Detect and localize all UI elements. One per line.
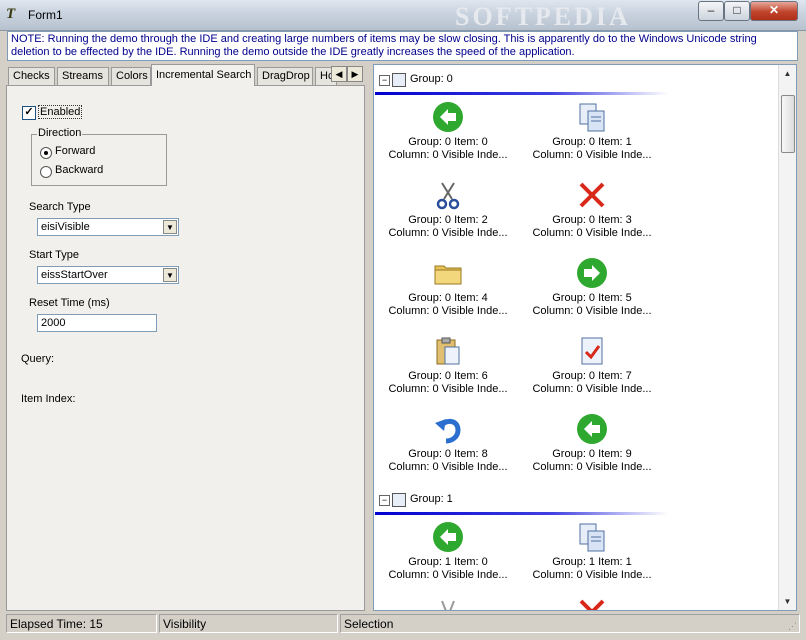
scissors-icon: [441, 600, 455, 610]
forward-radio[interactable]: [40, 147, 52, 159]
direction-label: Direction: [37, 127, 83, 139]
enabled-label[interactable]: Enabled: [38, 105, 83, 119]
list-item[interactable]: Group: 0 Item: 4 Column: 0 Visible Inde.…: [383, 257, 513, 327]
clipboard-icon: [436, 337, 460, 365]
vertical-scrollbar[interactable]: ▲ ▼: [778, 65, 796, 610]
collapse-icon[interactable]: −: [379, 75, 390, 86]
status-visibility: Visibility: [159, 614, 338, 633]
backward-radio[interactable]: [40, 166, 52, 178]
copy-icon: [579, 523, 605, 552]
search-type-label: Search Type: [29, 201, 91, 213]
reset-time-label: Reset Time (ms): [29, 297, 110, 309]
list-item[interactable]: Group: 1 Item: 0 Column: 0 Visible Inde.…: [383, 521, 513, 591]
list-view[interactable]: − Group: 0 Group: 0 Item: 0 Column: 0 Vi…: [373, 64, 797, 611]
group-icon: [392, 493, 406, 507]
status-selection: Selection: [340, 614, 800, 633]
tab-scroll-right-icon[interactable]: ▶: [347, 66, 363, 82]
chevron-down-icon[interactable]: ▼: [163, 268, 177, 282]
reset-time-value: 2000: [41, 317, 66, 329]
group-label: Group: 0: [410, 73, 453, 85]
app-icon: T: [6, 6, 16, 22]
checked-document-icon: [581, 337, 603, 365]
scroll-down-icon[interactable]: ▼: [779, 593, 796, 610]
forward-label[interactable]: Forward: [55, 145, 95, 157]
start-type-value: eissStartOver: [41, 269, 108, 281]
list-item[interactable]: Group: 0 Item: 1 Column: 0 Visible Inde.…: [527, 101, 657, 171]
group-divider: [375, 92, 668, 95]
status-elapsed: Elapsed Time: 15: [6, 614, 157, 633]
enabled-checkbox[interactable]: ✓: [22, 106, 36, 120]
close-button[interactable]: ✕: [750, 1, 798, 21]
query-label: Query:: [21, 353, 55, 365]
status-bar: Elapsed Time: 15 Visibility Selection ⋰: [6, 614, 800, 633]
forward-arrow-icon: [577, 258, 607, 288]
watermark: SOFTPEDIA: [455, 2, 631, 31]
minimize-button[interactable]: –: [698, 1, 724, 21]
list-item[interactable]: Group: 0 Item: 5 Column: 0 Visible Inde.…: [527, 257, 657, 327]
item-index-label: Item Index:: [21, 393, 76, 405]
group-icon: [392, 73, 406, 87]
back-arrow-icon: [433, 522, 463, 552]
resize-grip-icon[interactable]: ⋰: [788, 621, 800, 633]
start-type-label: Start Type: [29, 249, 79, 261]
red-x-icon: [579, 182, 605, 208]
note-text: NOTE: Running the demo through the IDE a…: [7, 31, 798, 61]
list-item[interactable]: Group: 1 Item: 1 Column: 0 Visible Inde.…: [527, 521, 657, 591]
group-header[interactable]: − Group: 0: [379, 72, 679, 88]
chevron-down-icon[interactable]: ▼: [163, 220, 177, 234]
back-arrow-icon: [577, 414, 607, 444]
red-x-icon: [579, 599, 605, 610]
start-type-select[interactable]: eissStartOver ▼: [37, 266, 179, 284]
tab-checks[interactable]: Checks: [8, 67, 55, 85]
tab-dragdrop[interactable]: DragDrop: [257, 67, 313, 85]
tab-streams[interactable]: Streams: [57, 67, 109, 85]
backward-label[interactable]: Backward: [55, 164, 103, 176]
reset-time-input[interactable]: 2000: [37, 314, 157, 332]
scroll-up-icon[interactable]: ▲: [779, 65, 796, 82]
tab-scroll-left-icon[interactable]: ◀: [331, 66, 347, 82]
folder-icon: [434, 265, 462, 285]
direction-group: Direction Forward Backward: [31, 127, 167, 186]
tab-colors[interactable]: Colors: [111, 67, 151, 85]
list-item[interactable]: Group: 0 Item: 7 Column: 0 Visible Inde.…: [527, 335, 657, 405]
search-type-value: eisiVisible: [41, 221, 90, 233]
group-header[interactable]: − Group: 1: [379, 492, 679, 508]
title-bar: T Form1 SOFTPEDIA – □ ✕: [0, 0, 806, 31]
collapse-icon[interactable]: −: [379, 495, 390, 506]
splitter[interactable]: [365, 64, 373, 611]
undo-icon: [435, 418, 461, 444]
group-divider: [375, 512, 668, 515]
incremental-search-page: ✓ Enabled Direction Forward Backward Sea…: [6, 85, 365, 611]
list-item[interactable]: Group: 0 Item: 3 Column: 0 Visible Inde.…: [527, 179, 657, 249]
list-item[interactable]: Group: 0 Item: 6 Column: 0 Visible Inde.…: [383, 335, 513, 405]
scroll-thumb[interactable]: [781, 95, 795, 153]
window-title: Form1: [28, 8, 63, 22]
copy-icon: [579, 103, 605, 132]
left-panel: Checks Streams Colors Incremental Search…: [6, 64, 365, 611]
scissors-icon: [436, 182, 460, 210]
back-arrow-icon: [433, 102, 463, 132]
maximize-button[interactable]: □: [724, 1, 750, 21]
search-type-select[interactable]: eisiVisible ▼: [37, 218, 179, 236]
list-item[interactable]: Group: 0 Item: 8 Column: 0 Visible Inde.…: [383, 413, 513, 483]
group-label: Group: 1: [410, 493, 453, 505]
tab-incremental-search[interactable]: Incremental Search: [151, 64, 255, 86]
list-item[interactable]: Group: 0 Item: 2 Column: 0 Visible Inde.…: [383, 179, 513, 249]
list-item[interactable]: Group: 0 Item: 0 Column: 0 Visible Inde.…: [383, 101, 513, 171]
list-item[interactable]: Group: 0 Item: 9 Column: 0 Visible Inde.…: [527, 413, 657, 483]
